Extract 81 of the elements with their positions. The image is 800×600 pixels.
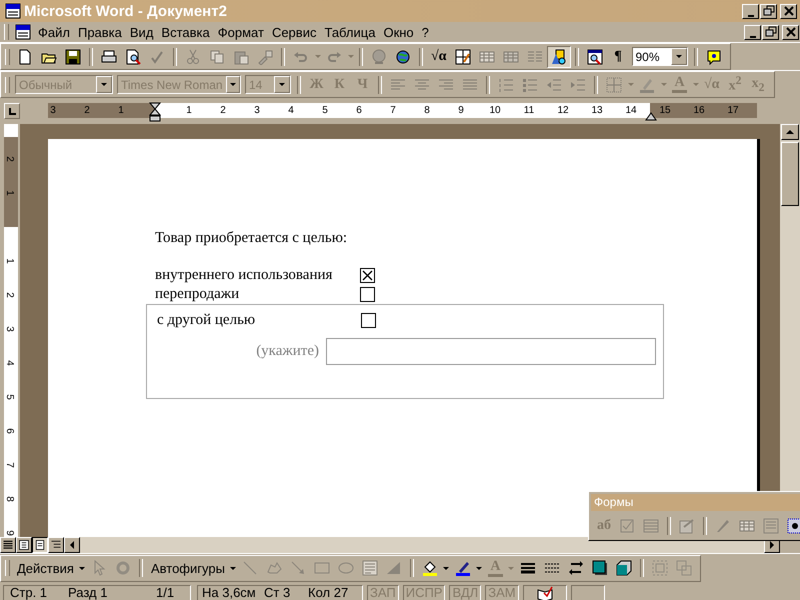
ruler-number: 7 xyxy=(4,462,14,468)
ruler-number: 6 xyxy=(356,104,362,117)
option-label: внутреннего использования xyxy=(155,267,334,284)
ruler-number: 8 xyxy=(424,104,430,117)
indent-marker-icon[interactable] xyxy=(645,111,657,121)
menu-item[interactable]: Таблица xyxy=(320,24,380,40)
book-check-icon[interactable] xyxy=(536,584,554,600)
status-text: Ст 3 xyxy=(264,585,292,600)
checkbox[interactable] xyxy=(360,268,375,283)
option-label: с другой целью xyxy=(157,312,256,329)
ruler-number: 11 xyxy=(524,104,534,117)
minimize-icon[interactable] xyxy=(742,4,759,18)
menu-item[interactable]: Окно xyxy=(379,24,418,40)
indent-marker-icon[interactable] xyxy=(149,102,161,122)
status-text: Стр. 1 xyxy=(10,585,48,600)
ruler-number: 16 xyxy=(693,104,705,117)
menu-item[interactable]: Формат xyxy=(214,24,268,40)
ruler-number: 2 xyxy=(84,104,90,117)
document-icon[interactable] xyxy=(15,24,31,40)
tab-stop-selector[interactable] xyxy=(4,103,20,119)
ruler-number: 1 xyxy=(186,104,192,117)
restore-icon[interactable] xyxy=(760,4,777,18)
ruler-number: 6 xyxy=(4,428,14,434)
toolbar-button[interactable]: Действия xyxy=(13,557,78,579)
ruler-number: 1 xyxy=(4,258,14,264)
toolbar-button[interactable]: ¶ xyxy=(606,46,630,68)
ruler-number: 3 xyxy=(254,104,260,117)
ruler-number: 10 xyxy=(489,104,501,117)
menu-item[interactable]: Сервис xyxy=(268,24,320,40)
ruler-number: 8 xyxy=(4,496,14,502)
combo-box[interactable]: 90% xyxy=(632,47,688,66)
minimize-icon[interactable] xyxy=(744,24,761,40)
ruler-number: 5 xyxy=(322,104,328,117)
ruler-number: 13 xyxy=(591,104,603,117)
menu-item[interactable]: Файл xyxy=(34,24,74,40)
ruler-number: 9 xyxy=(458,104,464,117)
option-label: перепродажи xyxy=(155,286,240,303)
vertical-scrollbar[interactable] xyxy=(780,124,800,492)
input-field[interactable] xyxy=(326,338,656,365)
outline-view-icon[interactable] xyxy=(48,537,64,553)
status-text: Разд 1 xyxy=(68,585,108,600)
ruler-number: 14 xyxy=(625,104,637,117)
ruler-number: 1 xyxy=(118,104,124,117)
horizontal-scrollbar[interactable] xyxy=(64,537,780,553)
toolbar-button[interactable]: √α xyxy=(427,46,450,68)
window-title: Microsoft Word - Документ2 xyxy=(24,2,227,20)
status-text: Кол 27 xyxy=(308,585,348,600)
ruler-number: 9 xyxy=(4,530,14,536)
close-icon[interactable] xyxy=(780,4,797,18)
checkbox[interactable] xyxy=(361,313,376,328)
status-text: На 3,6см xyxy=(202,585,257,600)
ruler-number: 15 xyxy=(659,104,671,117)
question-text: Товар приобретается с целью: xyxy=(155,229,348,247)
ruler-number: 12 xyxy=(557,104,569,117)
ruler-number: 1 xyxy=(4,190,14,196)
checkbox[interactable] xyxy=(360,287,375,302)
shapes-icon[interactable] xyxy=(546,46,570,68)
menu-item[interactable]: Вид xyxy=(126,24,158,40)
ruler-number: 2 xyxy=(220,104,226,117)
status-text: 1/1 xyxy=(156,585,174,600)
toolbar-title: Формы xyxy=(591,494,800,511)
menu-item[interactable]: Правка xyxy=(74,24,126,40)
ruler-number: 17 xyxy=(727,104,739,117)
ruler-number: 7 xyxy=(390,104,396,117)
ruler-number: 2 xyxy=(4,156,14,162)
lines-view-icon[interactable] xyxy=(0,537,16,553)
status-panel xyxy=(570,584,605,600)
ruler-number: 4 xyxy=(4,360,14,366)
ruler-number: 2 xyxy=(4,292,14,298)
ruler-number: 3 xyxy=(4,326,14,332)
field-hint: (укажите) xyxy=(255,343,319,360)
web-view-icon[interactable] xyxy=(16,537,32,553)
ruler-number: 5 xyxy=(4,394,14,400)
close-icon[interactable] xyxy=(782,24,799,40)
restore-icon[interactable] xyxy=(762,24,779,40)
ruler-number: 4 xyxy=(288,104,294,117)
ruler-number: 3 xyxy=(50,104,56,117)
toolbar-button[interactable]: Автофигуры xyxy=(146,557,229,579)
page-view-icon[interactable] xyxy=(32,537,48,553)
menu-item[interactable]: Вставка xyxy=(157,24,214,40)
menu-item[interactable]: ? xyxy=(418,24,433,40)
